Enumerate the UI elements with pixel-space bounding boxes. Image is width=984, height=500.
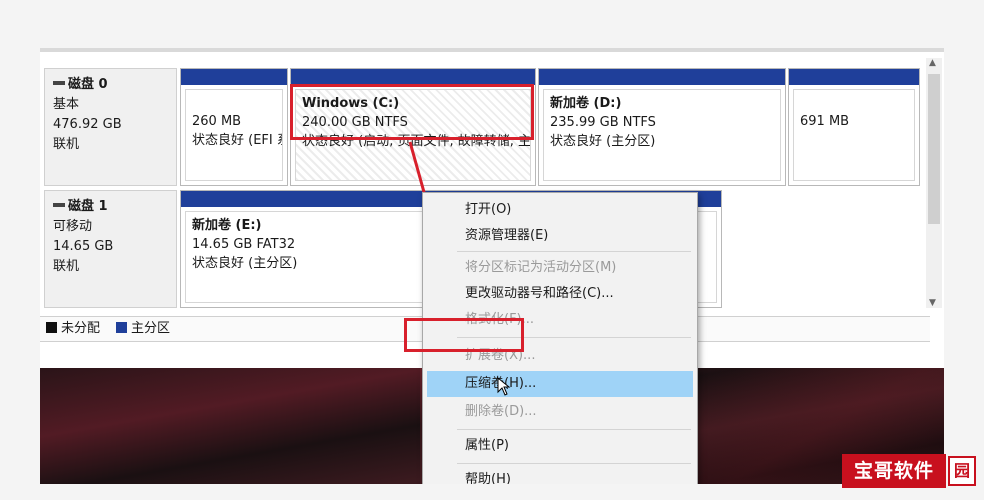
menu-separator xyxy=(457,251,691,252)
disk-management-window: 磁盘 0 基本 476.92 GB 联机 260 MB 状态良好 (EFI 系统… xyxy=(40,48,944,484)
watermark-logo: 宝哥软件 园 xyxy=(842,454,976,488)
watermark-badge: 园 xyxy=(948,456,976,486)
menu-item-shrink[interactable]: 压缩卷(H)... xyxy=(427,371,693,397)
menu-item-explorer[interactable]: 资源管理器(E) xyxy=(427,223,693,249)
menu-item-mark-active: 将分区标记为活动分区(M) xyxy=(465,260,617,275)
menu-item-properties[interactable]: 属性(P) xyxy=(427,433,693,459)
menu-separator xyxy=(457,463,691,464)
menu-item-help[interactable]: 帮助(H) xyxy=(427,467,693,484)
watermark-text: 宝哥软件 xyxy=(842,454,946,488)
annotation-box-volume-c xyxy=(290,84,534,140)
annotation-box-shrink xyxy=(404,318,524,352)
menu-item-open[interactable]: 打开(O) xyxy=(427,197,693,223)
menu-item-change-letter[interactable]: 更改驱动器号和路径(C)... xyxy=(427,281,693,307)
menu-item-delete: 删除卷(D)... xyxy=(465,404,537,419)
menu-separator xyxy=(457,429,691,430)
pointer-cursor-icon xyxy=(497,377,511,396)
